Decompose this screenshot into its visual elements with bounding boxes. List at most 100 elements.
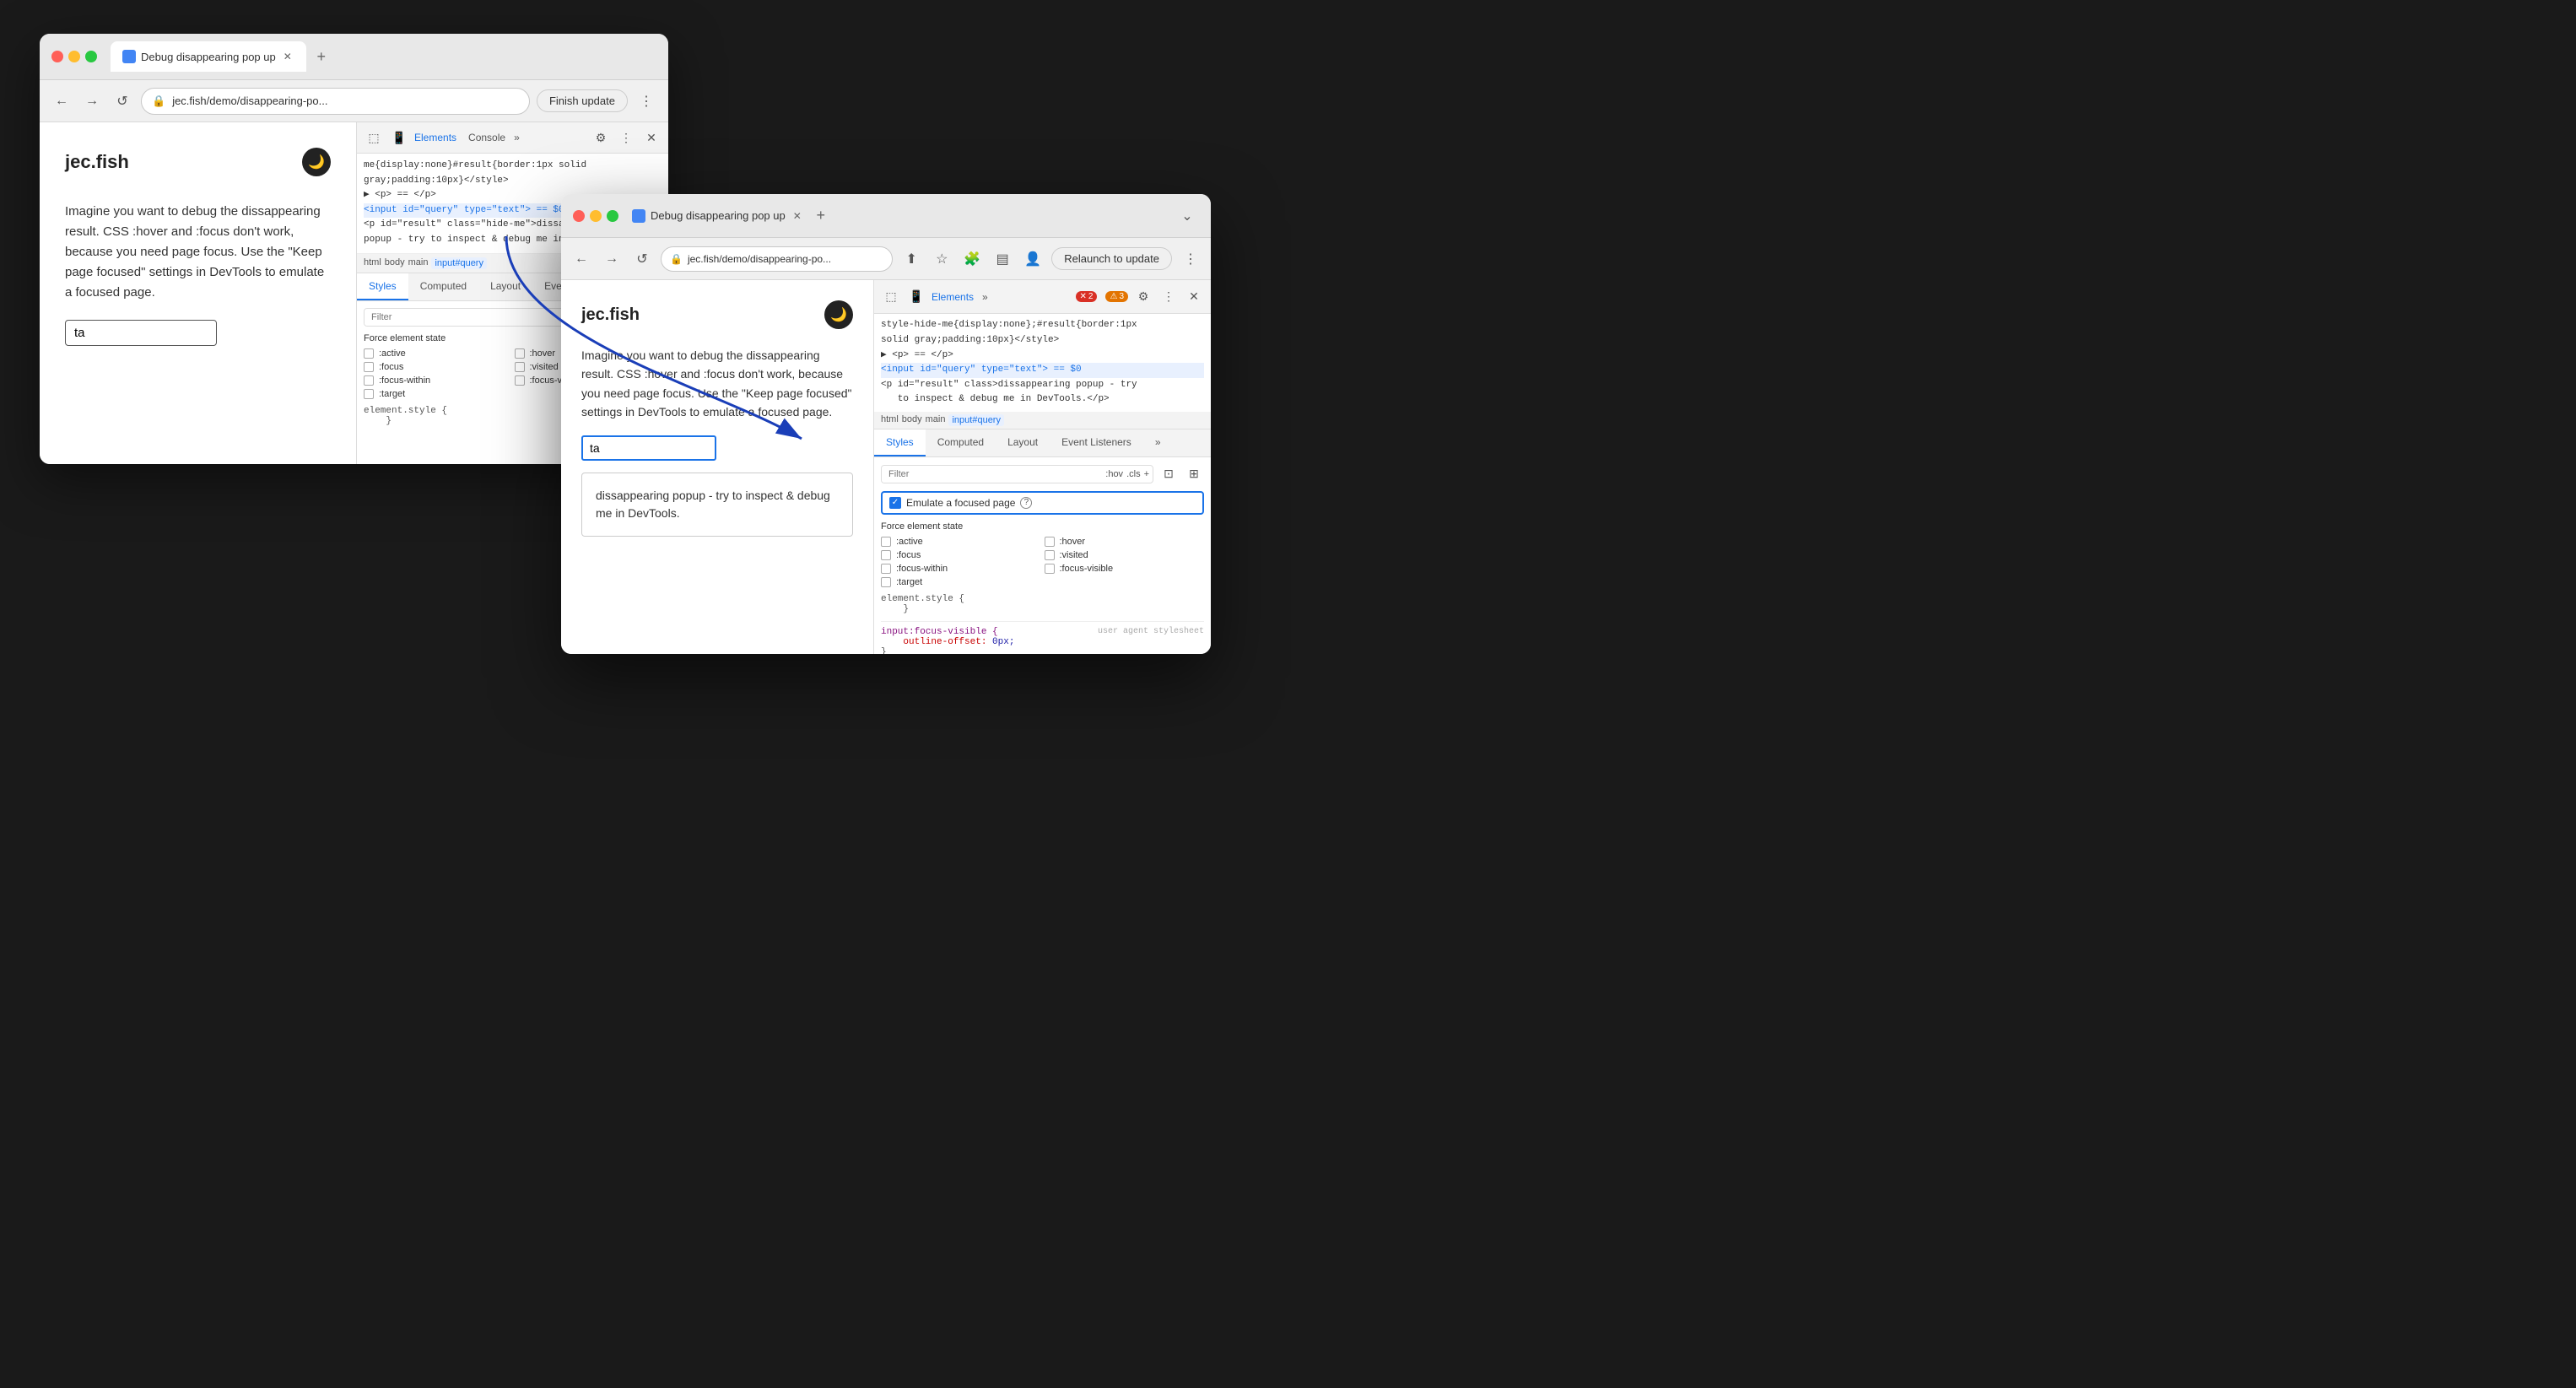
close-devtools-1[interactable]: ✕ bbox=[641, 127, 662, 148]
maximize-button-1[interactable] bbox=[85, 51, 97, 62]
checkbox-focus-within-1[interactable] bbox=[364, 375, 374, 386]
more-icon-1[interactable]: ⋮ bbox=[616, 127, 636, 148]
filter-input-2[interactable] bbox=[882, 466, 1102, 483]
layout-tab-1[interactable]: Layout bbox=[478, 273, 532, 300]
focus-visible-rule: user agent stylesheet input:focus-visibl… bbox=[881, 621, 1204, 654]
menu-button-1[interactable]: ⋮ bbox=[635, 89, 658, 113]
devtools-code-2: style-hide-me{display:none};#result{bord… bbox=[874, 314, 1211, 412]
profile-icon-2[interactable]: 👤 bbox=[1021, 247, 1045, 271]
device-icon-2[interactable]: 📱 bbox=[906, 287, 926, 307]
tab-close-2[interactable]: ✕ bbox=[791, 209, 804, 223]
checkbox-active-1[interactable] bbox=[364, 348, 374, 359]
new-tab-btn-1[interactable]: + bbox=[310, 45, 333, 68]
elements-tab-2[interactable]: Elements bbox=[932, 291, 974, 303]
state-target-1: :target bbox=[364, 389, 511, 399]
cls-badge-2[interactable]: .cls bbox=[1126, 469, 1141, 479]
checkbox-focus-within-2[interactable] bbox=[881, 564, 891, 574]
bc-html-2[interactable]: html bbox=[881, 414, 899, 426]
toolbar-2: ← → ↺ 🔒 jec.fish/demo/disappearing-po...… bbox=[561, 238, 1211, 280]
computed-tab-1[interactable]: Computed bbox=[408, 273, 478, 300]
checkbox-hover-2[interactable] bbox=[1045, 537, 1055, 547]
close-button-2[interactable] bbox=[573, 210, 585, 222]
more-icon-2[interactable]: ⋮ bbox=[1158, 287, 1179, 307]
grid-icon-2[interactable]: ⊞ bbox=[1184, 464, 1204, 484]
back-button-2[interactable]: ← bbox=[570, 247, 593, 271]
reload-button-1[interactable]: ↺ bbox=[111, 89, 134, 113]
settings-icon-2[interactable]: ⚙ bbox=[1133, 287, 1153, 307]
bookmark-icon-2[interactable]: ☆ bbox=[930, 247, 953, 271]
checkbox-target-2[interactable] bbox=[881, 577, 891, 587]
new-tab-btn-2[interactable]: + bbox=[809, 204, 833, 228]
address-bar-1[interactable]: 🔒 jec.fish/demo/disappearing-po... bbox=[141, 88, 530, 115]
more-tabs-1[interactable]: » bbox=[514, 132, 520, 143]
query-input-1[interactable] bbox=[65, 320, 217, 346]
checkbox-focus-1[interactable] bbox=[364, 362, 374, 372]
device-icon-1[interactable]: 📱 bbox=[389, 127, 409, 148]
more-style-tabs-2[interactable]: » bbox=[1143, 429, 1173, 456]
bc-input-1[interactable]: input#query bbox=[431, 257, 487, 269]
address-bar-2[interactable]: 🔒 jec.fish/demo/disappearing-po... bbox=[661, 246, 893, 272]
reload-button-2[interactable]: ↺ bbox=[630, 247, 654, 271]
emulate-focused-checkbox[interactable]: ✓ bbox=[889, 497, 901, 509]
bc-body-2[interactable]: body bbox=[902, 414, 922, 426]
finish-update-button[interactable]: Finish update bbox=[537, 89, 628, 112]
maximize-button-2[interactable] bbox=[607, 210, 618, 222]
bc-main-1[interactable]: main bbox=[408, 257, 429, 269]
bc-body-1[interactable]: body bbox=[385, 257, 405, 269]
tab-close-1[interactable]: ✕ bbox=[281, 50, 294, 63]
inspect-icon-2[interactable]: ⬚ bbox=[881, 287, 901, 307]
checkbox-active-2[interactable] bbox=[881, 537, 891, 547]
active-tab-1[interactable]: Debug disappearing pop up ✕ bbox=[111, 41, 306, 72]
hov-badge-2[interactable]: :hov bbox=[1105, 469, 1123, 479]
reading-mode-icon-2[interactable]: ▤ bbox=[991, 247, 1014, 271]
styles-tab-1[interactable]: Styles bbox=[357, 273, 408, 300]
checkbox-focus-2[interactable] bbox=[881, 550, 891, 560]
state-active-2: :active bbox=[881, 537, 1041, 547]
page-logo-2: jec.fish 🌙 bbox=[581, 300, 853, 329]
close-button-1[interactable] bbox=[51, 51, 63, 62]
query-input-2[interactable] bbox=[581, 435, 716, 461]
console-tab-1[interactable]: Console bbox=[468, 132, 505, 143]
state-active-1: :active bbox=[364, 348, 511, 359]
bc-html-1[interactable]: html bbox=[364, 257, 381, 269]
state-hover-2: :hover bbox=[1045, 537, 1205, 547]
dark-toggle-1[interactable]: 🌙 bbox=[302, 148, 331, 176]
dark-toggle-2[interactable]: 🌙 bbox=[824, 300, 853, 329]
relaunch-update-button[interactable]: Relaunch to update bbox=[1051, 247, 1172, 270]
checkbox-focus-visible-2[interactable] bbox=[1045, 564, 1055, 574]
styles-tab-2[interactable]: Styles bbox=[874, 429, 926, 456]
checkbox-hover-1[interactable] bbox=[515, 348, 525, 359]
tab-favicon-2 bbox=[632, 209, 645, 223]
checkbox-target-1[interactable] bbox=[364, 389, 374, 399]
layout-tab-2[interactable]: Layout bbox=[996, 429, 1050, 456]
forward-button-1[interactable]: → bbox=[80, 89, 104, 113]
browser-window-2: Debug disappearing pop up ✕ + ⌄ ← → ↺ 🔒 … bbox=[561, 194, 1211, 654]
minimize-button-2[interactable] bbox=[590, 210, 602, 222]
settings-icon-1[interactable]: ⚙ bbox=[591, 127, 611, 148]
more-tabs-2[interactable]: » bbox=[982, 291, 988, 303]
event-listeners-tab-2[interactable]: Event Listeners bbox=[1050, 429, 1143, 456]
chevron-down-icon-2[interactable]: ⌄ bbox=[1175, 204, 1199, 228]
filter-bar-2: :hov .cls + bbox=[881, 465, 1153, 483]
minimize-button-1[interactable] bbox=[68, 51, 80, 62]
inspect-icon-1[interactable]: ⬚ bbox=[364, 127, 384, 148]
elements-tab-1[interactable]: Elements bbox=[414, 132, 456, 143]
emulate-info-icon[interactable]: ? bbox=[1020, 497, 1032, 509]
bc-input-2[interactable]: input#query bbox=[948, 414, 1004, 426]
forward-button-2[interactable]: → bbox=[600, 247, 624, 271]
share-icon-2[interactable]: ⬆ bbox=[899, 247, 923, 271]
checkbox-visited-1[interactable] bbox=[515, 362, 525, 372]
popup-text-2: dissappearing popup - try to inspect & d… bbox=[596, 489, 830, 520]
computed-tab-2[interactable]: Computed bbox=[926, 429, 996, 456]
back-button-1[interactable]: ← bbox=[50, 89, 73, 113]
plus-badge-2[interactable]: + bbox=[1144, 469, 1149, 479]
menu-button-2[interactable]: ⋮ bbox=[1179, 247, 1202, 271]
computed-view-icon-2[interactable]: ⊡ bbox=[1158, 464, 1179, 484]
checkbox-focus-visible-1[interactable] bbox=[515, 375, 525, 386]
extensions-icon-2[interactable]: 🧩 bbox=[960, 247, 984, 271]
highlighted-code-2[interactable]: <input id="query" type="text"> == $0 bbox=[881, 363, 1204, 378]
checkbox-visited-2[interactable] bbox=[1045, 550, 1055, 560]
close-devtools-2[interactable]: ✕ bbox=[1184, 287, 1204, 307]
page-area-2: jec.fish 🌙 Imagine you want to debug the… bbox=[561, 280, 873, 654]
bc-main-2[interactable]: main bbox=[926, 414, 946, 426]
